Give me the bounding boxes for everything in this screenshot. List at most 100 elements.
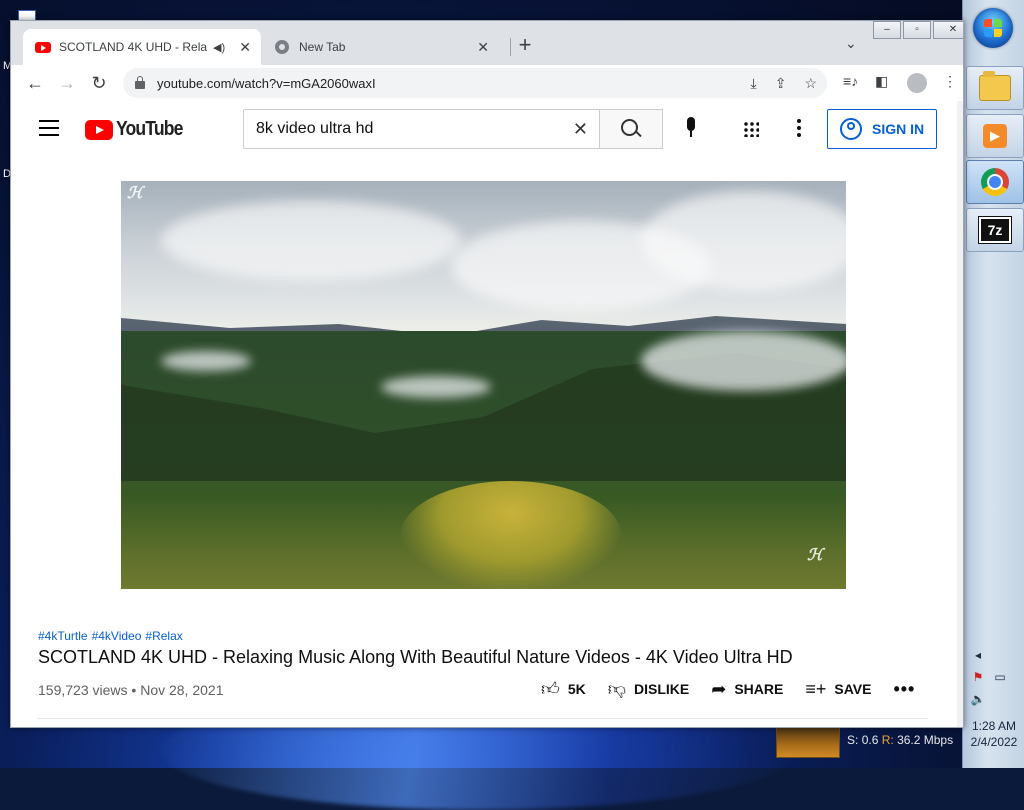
profile-avatar-icon[interactable] bbox=[907, 73, 927, 93]
youtube-favicon-icon bbox=[35, 41, 51, 53]
receive-value: 36.2 Mbps bbox=[897, 733, 954, 747]
close-window-button[interactable]: ✕ bbox=[933, 21, 963, 39]
action-center-flag-icon[interactable]: ⚑ bbox=[971, 670, 985, 684]
system-tray: ◂ ⚑ ▭ 🔈 bbox=[971, 648, 1019, 714]
show-hidden-icons-icon[interactable]: ◂ bbox=[971, 648, 985, 662]
hashtag-link[interactable]: #4kVideo bbox=[92, 629, 142, 643]
tab-title: New Tab bbox=[299, 40, 346, 54]
dislike-label: DISLIKE bbox=[634, 681, 690, 697]
sign-in-label: SIGN IN bbox=[872, 121, 925, 137]
network-icon[interactable]: ▭ bbox=[993, 670, 1007, 684]
start-button[interactable] bbox=[973, 8, 1013, 48]
install-app-icon[interactable]: ⤓ bbox=[751, 75, 757, 92]
video-meta: 159,723 views • Nov 28, 2021 bbox=[38, 682, 224, 698]
taskbar: ▶ 7z ◂ ⚑ ▭ 🔈 1:28 AM 2/4/2022 bbox=[962, 0, 1024, 768]
close-tab-icon[interactable]: ✕ bbox=[477, 39, 489, 56]
audio-playing-icon[interactable]: ◀) bbox=[213, 41, 225, 54]
side-panel-icon[interactable]: ◧ bbox=[875, 73, 888, 90]
video-hashtags: #4kTurtle #4kVideo #Relax bbox=[38, 629, 187, 643]
playlist-add-icon: ≡+ bbox=[805, 678, 827, 699]
media-player-icon: ▶ bbox=[983, 124, 1007, 148]
video-player[interactable]: ℋ ℋ bbox=[121, 181, 846, 589]
share-icon[interactable]: ⇪ bbox=[775, 75, 787, 92]
media-control-icon[interactable]: ≡♪ bbox=[843, 73, 858, 89]
tab-strip: SCOTLAND 4K UHD - Relaxin ◀) ✕ New Tab ✕… bbox=[11, 21, 963, 65]
search-button[interactable] bbox=[599, 109, 663, 149]
search-query[interactable]: 8k video ultra hd bbox=[256, 120, 373, 138]
clock-date: 2/4/2022 bbox=[970, 735, 1018, 749]
share-label: SHARE bbox=[734, 681, 784, 697]
like-button[interactable]: 👍︎ 5K bbox=[541, 678, 586, 700]
taskbar-7zip-button[interactable]: 7z bbox=[966, 208, 1024, 252]
view-count: 159,723 views bbox=[38, 682, 128, 698]
meta-separator: • bbox=[131, 682, 137, 698]
youtube-play-logo-icon bbox=[85, 119, 113, 140]
hashtag-link[interactable]: #4kTurtle bbox=[38, 629, 88, 643]
settings-more-icon[interactable] bbox=[797, 119, 801, 140]
chrome-window: SCOTLAND 4K UHD - Relaxin ◀) ✕ New Tab ✕… bbox=[10, 20, 964, 728]
volume-icon[interactable]: 🔈 bbox=[971, 692, 986, 706]
taskbar-chrome-button[interactable] bbox=[966, 160, 1024, 204]
network-graph-widget bbox=[776, 724, 840, 758]
chrome-favicon-icon bbox=[275, 40, 289, 54]
taskbar-clock[interactable]: 1:28 AM 2/4/2022 bbox=[963, 718, 1024, 750]
video-title: SCOTLAND 4K UHD - Relaxing Music Along W… bbox=[38, 647, 793, 667]
channel-watermark-icon: ℋ bbox=[127, 185, 143, 202]
section-divider bbox=[38, 718, 928, 719]
channel-watermark-icon: ℋ bbox=[807, 547, 823, 564]
hashtag-link[interactable]: #Relax bbox=[145, 629, 182, 643]
windows-logo-icon bbox=[984, 19, 1002, 37]
chrome-menu-icon[interactable]: ⋮ bbox=[943, 73, 957, 90]
send-value: 0.6 bbox=[861, 733, 879, 747]
like-count: 5K bbox=[567, 681, 586, 697]
lock-icon[interactable] bbox=[135, 76, 145, 89]
watch-page: ℋ ℋ #4kTurtle #4kVideo #Relax SCOTLAND 4K … bbox=[11, 157, 963, 727]
thumbs-up-icon: 👍︎ bbox=[541, 679, 560, 699]
sign-in-button[interactable]: SIGN IN bbox=[827, 109, 937, 149]
dislike-button[interactable]: 👎︎ DISLIKE bbox=[608, 678, 690, 700]
clock-time: 1:28 AM bbox=[971, 719, 1017, 733]
save-button[interactable]: ≡+ SAVE bbox=[805, 679, 871, 700]
share-arrow-icon: ➦ bbox=[711, 678, 727, 699]
hamburger-menu-icon[interactable] bbox=[39, 120, 59, 141]
tab-divider bbox=[510, 38, 511, 56]
youtube-header: YouTube 8k video ultra hd ✕ SIGN IN bbox=[11, 101, 963, 157]
taskbar-media-player-button[interactable]: ▶ bbox=[966, 114, 1024, 158]
minimize-button[interactable]: – bbox=[873, 21, 901, 39]
forward-arrow-icon[interactable]: → bbox=[55, 71, 79, 95]
upload-date: Nov 28, 2021 bbox=[140, 682, 224, 698]
tab-new-tab[interactable]: New Tab ✕ bbox=[263, 29, 499, 65]
reload-icon[interactable]: ↻ bbox=[87, 71, 111, 95]
video-frame-meadow bbox=[401, 481, 621, 589]
back-arrow-icon[interactable]: ← bbox=[23, 71, 47, 95]
share-button[interactable]: ➦ SHARE bbox=[711, 679, 783, 700]
clear-search-icon[interactable]: ✕ bbox=[573, 119, 588, 140]
youtube-wordmark: YouTube bbox=[116, 118, 183, 140]
taskbar-explorer-button[interactable] bbox=[966, 66, 1024, 110]
page-scrollbar[interactable] bbox=[957, 101, 963, 727]
more-actions-icon[interactable]: ••• bbox=[893, 679, 915, 700]
save-label: SAVE bbox=[834, 681, 872, 697]
thumbs-down-icon: 👎︎ bbox=[607, 679, 626, 699]
url-text[interactable]: youtube.com/watch?v=mGA2060waxI bbox=[157, 76, 376, 91]
apps-grid-icon[interactable] bbox=[743, 121, 759, 137]
window-controls: – ▫ ✕ bbox=[873, 21, 963, 39]
close-tab-icon[interactable]: ✕ bbox=[239, 39, 251, 56]
address-bar[interactable]: youtube.com/watch?v=mGA2060waxI ⤓ ⇪ ☆ bbox=[123, 68, 827, 98]
bookmark-star-icon[interactable]: ☆ bbox=[804, 75, 817, 92]
send-label: S: bbox=[847, 733, 859, 747]
tab-search-chevron-icon[interactable]: ⌄ bbox=[845, 35, 857, 52]
account-circle-icon bbox=[840, 118, 862, 140]
youtube-logo[interactable]: YouTube bbox=[85, 118, 192, 141]
network-stats: S: 0.6 R: 36.2 Mbps bbox=[847, 733, 953, 747]
chrome-icon bbox=[981, 168, 1009, 196]
new-tab-button[interactable]: + bbox=[513, 34, 537, 58]
maximize-button[interactable]: ▫ bbox=[903, 21, 931, 39]
tab-youtube[interactable]: SCOTLAND 4K UHD - Relaxin ◀) ✕ bbox=[23, 29, 261, 65]
search-input[interactable]: 8k video ultra hd ✕ bbox=[243, 109, 600, 149]
7zip-icon: 7z bbox=[978, 216, 1012, 244]
voice-search-mic-icon[interactable] bbox=[683, 117, 699, 139]
browser-toolbar: ← → ↻ youtube.com/watch?v=mGA2060waxI ⤓ … bbox=[11, 65, 963, 102]
video-actions: 👍︎ 5K 👎︎ DISLIKE ➦ SHARE ≡+ SAVE ••• bbox=[541, 678, 915, 700]
search-icon bbox=[620, 118, 638, 136]
